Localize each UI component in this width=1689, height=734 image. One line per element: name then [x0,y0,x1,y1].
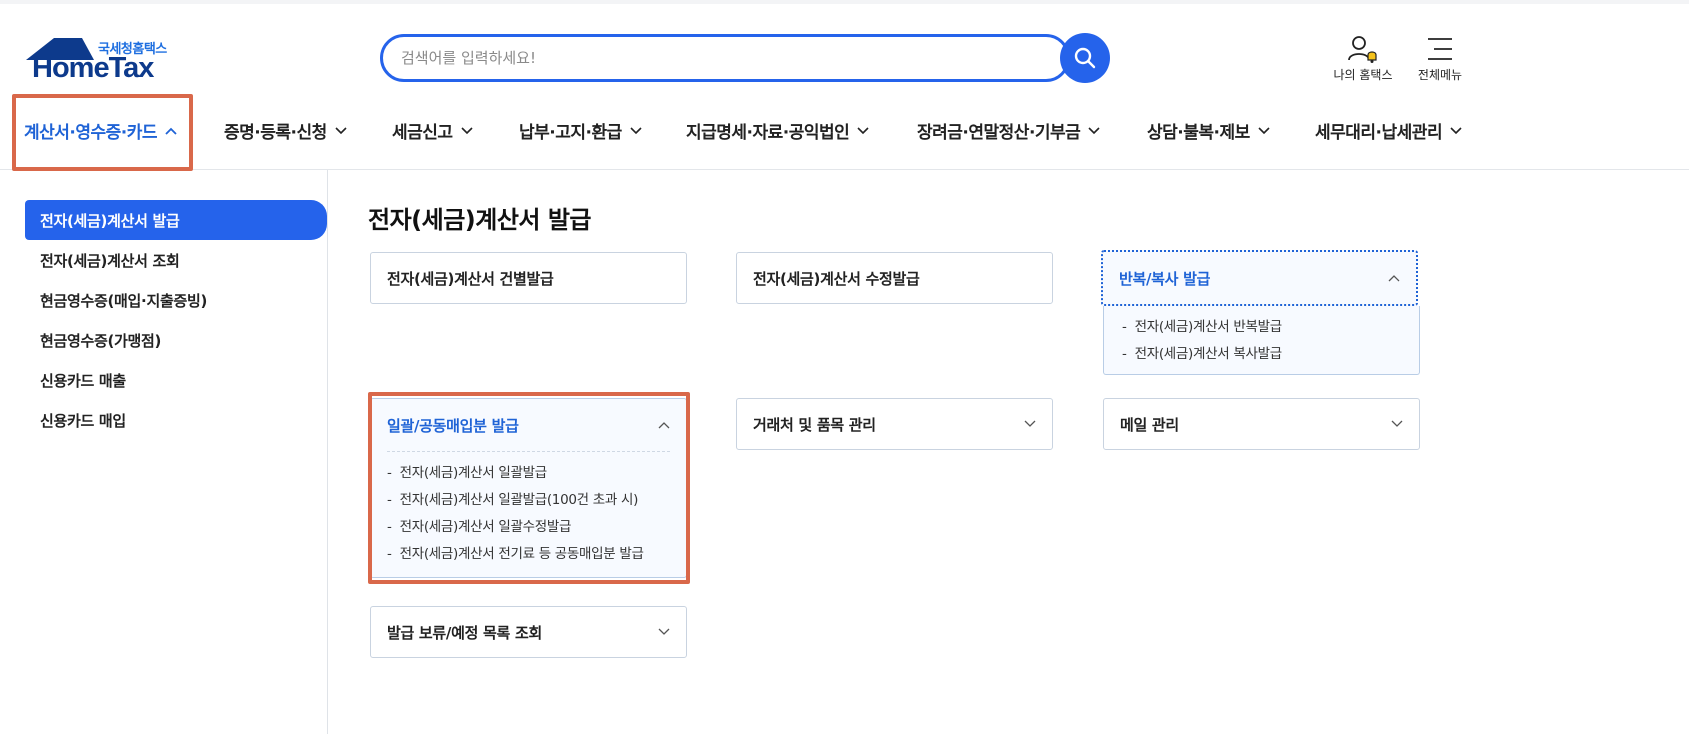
gnb-item-tax-report[interactable]: 세금신고 [392,118,473,143]
sub-link-repeat[interactable]: - 전자(세금)계산서 반복발급 [1122,314,1401,341]
logo-name: HomeTax [32,52,154,84]
search-box [380,34,1070,82]
chevron-down-icon [335,126,347,134]
search-button[interactable] [1060,33,1110,83]
sidebar-item-card-purchase[interactable]: 신용카드 매입 [40,410,126,431]
sidebar-item-cash-receipt-merchant[interactable]: 현금영수증(가맹점) [40,330,161,351]
card-repeat-copy-issue[interactable]: 반복/복사 발급 [1101,250,1418,306]
card-bulk-issue-group: 일괄/공동매입분 발급 - 전자(세금)계산서 일괄발급 - 전자(세금)계산서 일… [370,398,687,578]
gnb-item-payment[interactable]: 납부·고지·환급 [519,118,642,143]
card-single-issue[interactable]: 전자(세금)계산서 건별발급 [370,252,687,304]
all-menu-button[interactable]: 전체메뉴 [1400,32,1480,83]
hometax-logo[interactable]: 국세청홈택스 HomeTax [24,36,180,84]
chevron-up-icon [658,422,670,429]
chevron-down-icon [1258,126,1270,134]
sub-link-copy[interactable]: - 전자(세금)계산서 복사발급 [1122,341,1401,368]
hamburger-icon [1428,38,1452,60]
gnb-item-statement[interactable]: 지급명세·자료·공익법인 [686,118,869,143]
my-hometax-button[interactable]: 나의 홈택스 [1323,32,1403,83]
sidebar-item-cash-receipt-purchase[interactable]: 현금영수증(매입·지출증빙) [40,290,207,311]
main-nav: 계산서·영수증·카드 증명·등록·신청 세금신고 납부·고지·환급 지급명세·자… [0,96,1689,170]
all-menu-label: 전체메뉴 [1417,68,1463,82]
repeat-copy-panel: - 전자(세금)계산서 반복발급 - 전자(세금)계산서 복사발급 [1103,306,1420,375]
gnb-item-agent[interactable]: 세무대리·납세관리 [1315,118,1462,143]
top-strip [0,0,1689,4]
bulk-issue-panel: - 전자(세금)계산서 일괄발급 - 전자(세금)계산서 일괄발급(100건 초과 … [387,451,670,574]
sidebar-item-issue[interactable]: 전자(세금)계산서 발급 [25,200,327,240]
user-bell-icon [1348,36,1377,63]
chevron-down-icon [460,126,473,134]
chevron-down-icon [1024,420,1036,427]
card-pending-list[interactable]: 발급 보류/예정 목록 조회 [370,606,687,658]
sidebar-item-inquiry[interactable]: 전자(세금)계산서 조회 [40,250,180,271]
gnb-item-certificate[interactable]: 증명·등록·신청 [224,118,347,143]
page-title: 전자(세금)계산서 발급 [368,206,592,234]
chevron-down-icon [1088,126,1100,134]
chevron-down-icon [1450,126,1462,134]
sub-link-bulk[interactable]: - 전자(세금)계산서 일괄발급 [387,460,670,487]
sidebar-item-card-sales[interactable]: 신용카드 매출 [40,370,126,391]
gnb-item-consult[interactable]: 상담·불복·제보 [1147,118,1270,143]
gnb-item-incentive[interactable]: 장려금·연말정산·기부금 [917,118,1100,143]
chevron-up-icon [1388,275,1400,282]
my-hometax-label: 나의 홈택스 [1333,68,1393,82]
chevron-down-icon [658,628,670,635]
sub-link-bulk-modify[interactable]: - 전자(세금)계산서 일괄수정발급 [387,514,670,541]
card-bulk-issue[interactable]: 일괄/공동매입분 발급 [371,399,686,451]
search-input[interactable] [401,37,1021,79]
chevron-up-icon [165,127,177,135]
chevron-down-icon [630,126,642,134]
chevron-down-icon [1391,420,1403,427]
search-icon [1074,47,1096,69]
sidebar: 전자(세금)계산서 발급 전자(세금)계산서 조회 현금영수증(매입·지출증빙)… [0,170,328,734]
card-partner-item[interactable]: 거래처 및 품목 관리 [736,398,1053,450]
chevron-down-icon [857,126,869,134]
gnb-item-invoice[interactable]: 계산서·영수증·카드 [24,118,177,143]
sub-link-bulk-over-100[interactable]: - 전자(세금)계산서 일괄발급(100건 초과 시) [387,487,670,514]
card-mail[interactable]: 메일 관리 [1103,398,1420,450]
sub-link-joint-purchase[interactable]: - 전자(세금)계산서 전기료 등 공동매입분 발급 [387,541,670,568]
card-modify-issue[interactable]: 전자(세금)계산서 수정발급 [736,252,1053,304]
